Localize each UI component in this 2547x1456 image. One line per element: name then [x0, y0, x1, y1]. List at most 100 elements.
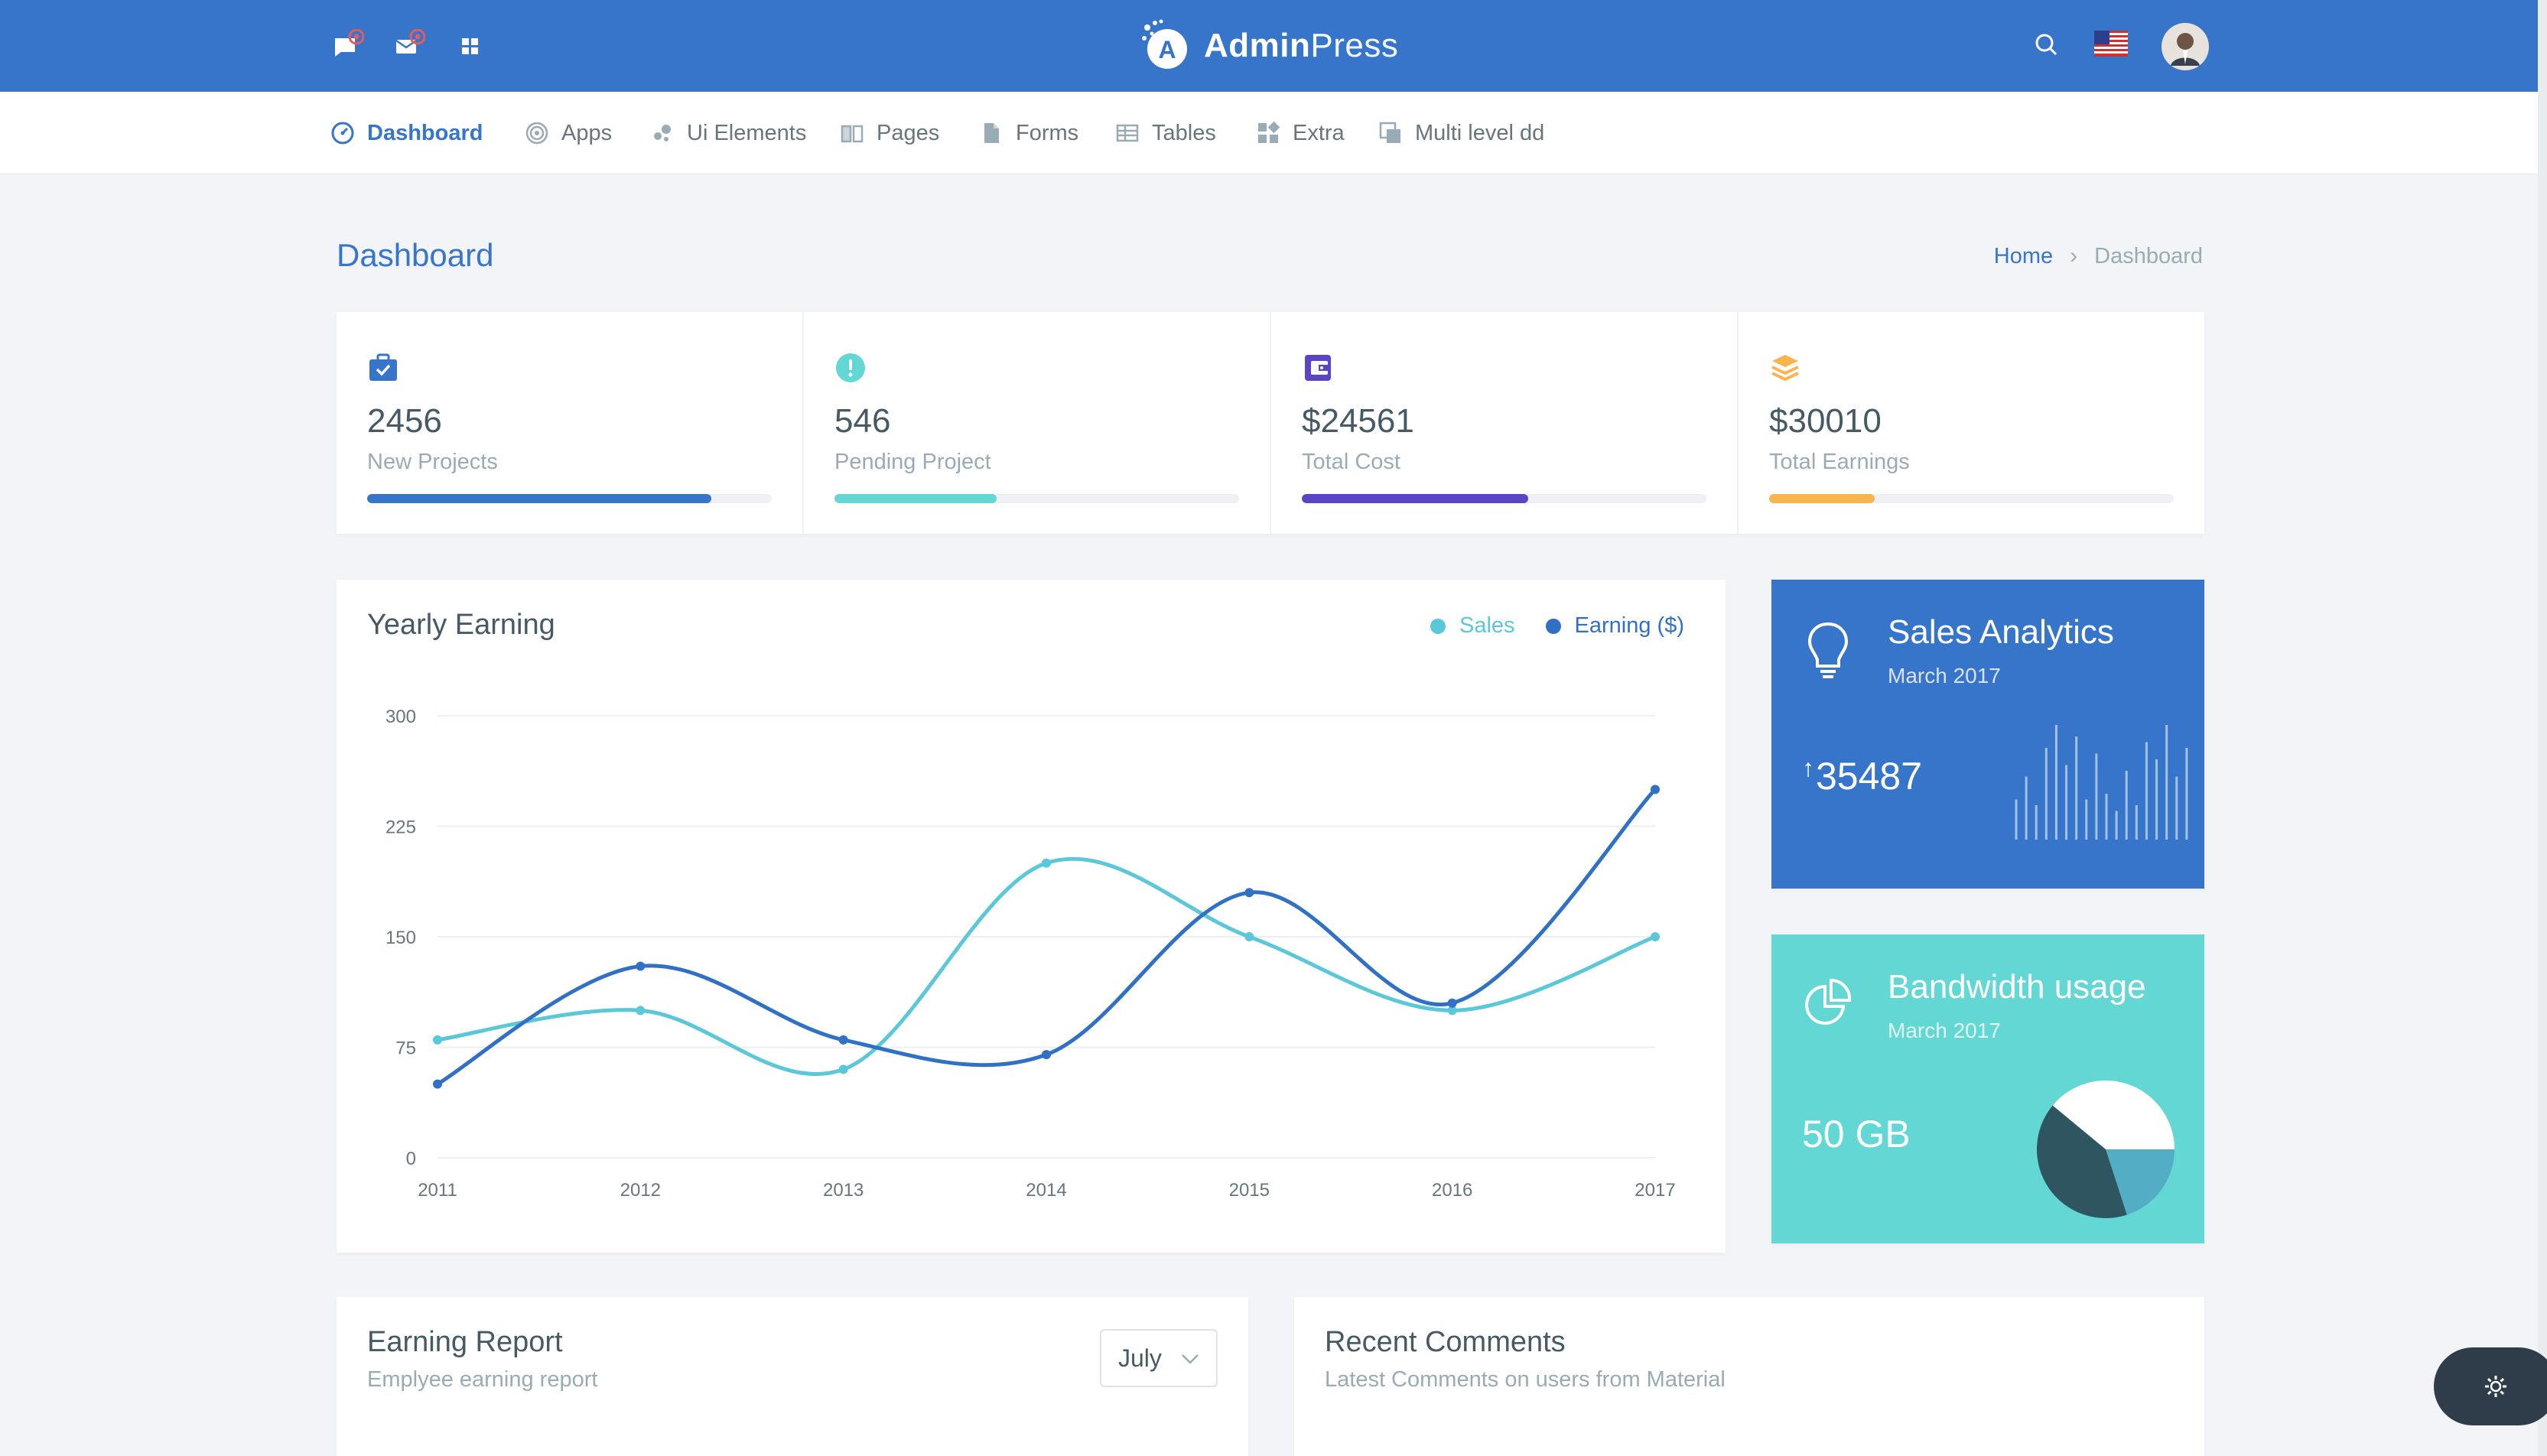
us-flag-icon[interactable] [2094, 31, 2128, 64]
nav-pages[interactable]: Pages [840, 92, 939, 174]
nav-ui-elements[interactable]: Ui Elements [650, 92, 806, 174]
logo-icon: A [1142, 19, 1187, 69]
data-point-sales[interactable] [1244, 932, 1254, 941]
nav-label: Tables [1152, 120, 1216, 145]
series-line-sales [437, 856, 1656, 1076]
nav-extra[interactable]: Extra [1256, 92, 1345, 174]
nav-forms[interactable]: Forms [979, 92, 1078, 174]
widgets-icon [1258, 121, 1280, 143]
svg-text:A: A [1158, 36, 1176, 63]
stat-value: 546 [834, 402, 891, 440]
data-point-sales[interactable] [1651, 932, 1660, 941]
sparkline-chart [2015, 725, 2188, 840]
legend-dot [1545, 618, 1561, 634]
scrollbar[interactable] [2538, 0, 2547, 1456]
stats-row: 2456 New Projects 546 Pending Project $2… [337, 312, 2204, 534]
yearly-earning-chart: 300 225 150 75 02011 2012 2013 2014 2015 2016 2017 [385, 707, 1676, 1201]
y-tick-label: 150 [385, 928, 416, 948]
data-point-earning[interactable] [636, 961, 646, 971]
layers-icon [1379, 122, 1400, 143]
x-tick-label: 2017 [1635, 1180, 1675, 1201]
stat-label: Total Cost [1302, 450, 1400, 474]
book-icon [841, 125, 864, 143]
bandwidth-card: Bandwidth usage March 2017 50 GB [1771, 934, 2204, 1243]
breadcrumb-home[interactable]: Home [1994, 244, 2053, 269]
data-point-sales[interactable] [838, 1064, 848, 1074]
data-point-sales[interactable] [636, 1006, 646, 1016]
progress-bar [367, 494, 772, 503]
bubbles-icon [654, 125, 671, 141]
data-point-sales[interactable] [1042, 858, 1051, 868]
breadcrumb-separator: › [2070, 243, 2078, 268]
data-point-earning[interactable] [1042, 1050, 1051, 1060]
data-point-earning[interactable] [838, 1035, 848, 1045]
y-tick-label: 225 [385, 817, 416, 838]
stat-total-earnings: $30010 Total Earnings [1739, 312, 2204, 534]
wallet-icon [1305, 355, 1331, 381]
page-title: Dashboard [337, 237, 494, 273]
month-select[interactable]: July [1100, 1329, 1218, 1387]
earning-report-card: Earning Report Emplyee earning report Ju… [337, 1297, 1248, 1456]
data-point-sales[interactable] [433, 1035, 442, 1045]
legend-sales[interactable]: Sales [1430, 613, 1515, 639]
progress-fill [1769, 494, 1875, 503]
legend-dot [1430, 618, 1446, 634]
avatar[interactable] [2162, 23, 2209, 70]
data-point-earning[interactable] [433, 1079, 442, 1089]
bandwidth-pie [2037, 1081, 2175, 1218]
nav-multi-level[interactable]: Multi level dd [1378, 92, 1544, 174]
brand-logo[interactable]: A AdminPress [1138, 17, 1398, 75]
legend-earning[interactable]: Earning ($) [1545, 613, 1684, 639]
legend-label: Sales [1459, 613, 1515, 638]
settings-button[interactable] [2434, 1347, 2547, 1425]
stat-value: $30010 [1769, 402, 1882, 440]
widget-subtitle: March 2017 [1888, 664, 2001, 687]
value-text: 35487 [1816, 755, 1923, 798]
x-tick-label: 2014 [1026, 1180, 1066, 1201]
grid-icon[interactable] [454, 29, 488, 63]
nav-label: Pages [877, 120, 940, 145]
card-title: Yearly Earning [367, 609, 555, 641]
stat-new-projects: 2456 New Projects [337, 312, 804, 534]
x-tick-label: 2012 [620, 1180, 661, 1201]
breadcrumb-current: Dashboard [2094, 243, 2203, 268]
widget-subtitle: March 2017 [1888, 1019, 2001, 1042]
legend-label: Earning ($) [1574, 613, 1684, 638]
card-subtitle: Latest Comments on users from Material [1325, 1367, 1726, 1392]
data-point-earning[interactable] [1244, 888, 1254, 898]
gear-icon [2485, 1376, 2506, 1397]
brand-name: AdminPress [1204, 27, 1399, 64]
y-tick-label: 0 [406, 1149, 416, 1169]
progress-fill [834, 494, 997, 503]
yearly-earning-card: 300 225 150 75 0 2011 2012 2013 2014 2015 2016 2017… [337, 580, 1726, 1253]
card-subtitle: Emplyee earning report [367, 1367, 598, 1392]
data-point-earning[interactable] [1447, 998, 1457, 1008]
progress-fill [1302, 494, 1529, 503]
pie-chart-icon [1805, 978, 1852, 1025]
x-tick-label: 2015 [1229, 1180, 1270, 1201]
stat-label: Total Earnings [1769, 450, 1910, 474]
widget-value: ↑35487 [1802, 754, 1922, 798]
message-icon[interactable] [330, 28, 365, 63]
target-icon [525, 122, 548, 145]
data-point-earning[interactable] [1651, 785, 1660, 795]
stat-value: $24561 [1302, 402, 1414, 440]
chart-legend: Sales Earning ($) [1400, 613, 1684, 639]
y-tick-label: 75 [395, 1038, 416, 1059]
nav-label: Extra [1293, 120, 1345, 145]
y-tick-label: 300 [385, 707, 416, 727]
progress-bar [1302, 494, 1706, 503]
nav-tables[interactable]: Tables [1115, 92, 1216, 174]
nav-label: Forms [1016, 120, 1079, 145]
x-tick-label: 2011 [418, 1180, 457, 1201]
mail-icon[interactable] [392, 28, 426, 63]
widget-title: Bandwidth usage [1888, 968, 2146, 1006]
progress-bar [1769, 494, 2174, 503]
stat-pending-project: 546 Pending Project [804, 312, 1271, 534]
search-icon[interactable] [2030, 29, 2064, 63]
nav-dashboard[interactable]: Dashboard [330, 92, 483, 174]
nav-apps[interactable]: Apps [525, 92, 612, 174]
card-title: Recent Comments [1325, 1326, 1566, 1358]
x-tick-label: 2013 [823, 1180, 864, 1201]
alert-icon [836, 353, 865, 382]
